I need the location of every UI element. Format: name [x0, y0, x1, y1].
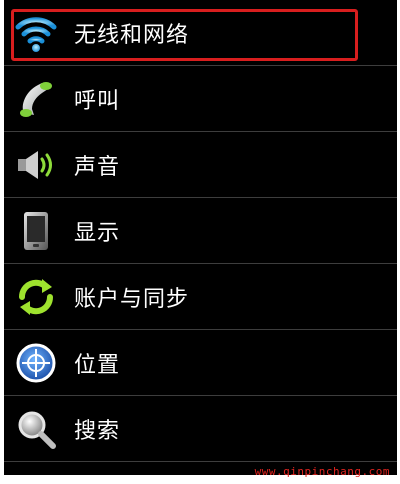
sync-icon — [14, 275, 58, 319]
settings-screen: 无线和网络 呼叫 声音 显示 账户与同步 位置 搜索 — [4, 0, 397, 475]
speaker-icon — [14, 143, 58, 187]
display-icon — [14, 209, 58, 253]
settings-item-label: 声音 — [74, 154, 121, 180]
settings-item-label: 无线和网络 — [74, 22, 190, 48]
settings-item-label: 位置 — [74, 352, 121, 378]
settings-item-label: 搜索 — [74, 418, 121, 444]
settings-item-display[interactable]: 显示 — [4, 198, 397, 264]
settings-item-label: 账户与同步 — [74, 286, 190, 312]
settings-list: 无线和网络 呼叫 声音 显示 账户与同步 位置 搜索 — [4, 0, 397, 462]
location-icon — [14, 341, 58, 385]
settings-item-label: 呼叫 — [74, 88, 121, 114]
settings-item-search[interactable]: 搜索 — [4, 396, 397, 462]
settings-item-sound[interactable]: 声音 — [4, 132, 397, 198]
settings-item-location[interactable]: 位置 — [4, 330, 397, 396]
search-icon — [14, 407, 58, 451]
settings-item-accounts-sync[interactable]: 账户与同步 — [4, 264, 397, 330]
settings-item-wireless-networks[interactable]: 无线和网络 — [4, 0, 397, 66]
watermark: www.qinpinchang.com — [254, 465, 390, 478]
settings-item-label: 显示 — [74, 220, 121, 246]
phone-icon — [14, 77, 58, 121]
wifi-icon — [14, 11, 58, 55]
settings-item-call[interactable]: 呼叫 — [4, 66, 397, 132]
